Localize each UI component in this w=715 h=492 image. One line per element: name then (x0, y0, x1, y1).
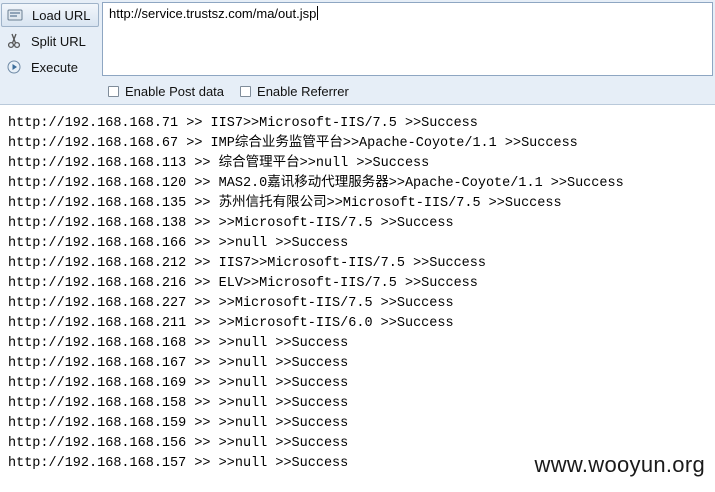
output-line: http://192.168.168.113 >> 综合管理平台>>null >… (8, 156, 430, 171)
output-line: http://192.168.168.135 >> 苏州信托有限公司>>Micr… (8, 196, 562, 211)
output-line: http://192.168.168.167 >> >>null >>Succe… (8, 356, 349, 371)
split-url-label: Split URL (31, 33, 86, 49)
output-line: http://192.168.168.166 >> >>null >>Succe… (8, 236, 349, 251)
options-row: Enable Post data Enable Referrer (108, 82, 365, 100)
output-line: http://192.168.168.168 >> >>null >>Succe… (8, 336, 349, 351)
enable-post-label: Enable Post data (125, 83, 225, 99)
output-line: http://192.168.168.138 >> >>Microsoft-II… (8, 216, 454, 231)
scan-output: http://192.168.168.71 >> IIS7>>Microsoft… (8, 114, 708, 474)
load-url-label: Load URL (32, 7, 91, 23)
output-line: http://192.168.168.120 >> MAS2.0嘉讯移动代理服务… (8, 176, 624, 191)
enable-referrer-option[interactable]: Enable Referrer (240, 84, 349, 99)
output-line: http://192.168.168.169 >> >>null >>Succe… (8, 376, 349, 391)
output-line: http://192.168.168.67 >> IMP综合业务监管平台>>Ap… (8, 136, 578, 151)
enable-post-checkbox[interactable] (108, 85, 119, 97)
url-textarea[interactable]: http://service.trustsz.com/ma/out.jsp (102, 2, 713, 76)
output-line: http://192.168.168.212 >> IIS7>>Microsof… (8, 256, 486, 271)
scissors-icon (5, 33, 23, 49)
output-line: http://192.168.168.156 >> >>null >>Succe… (8, 436, 349, 451)
output-line: http://192.168.168.159 >> >>null >>Succe… (8, 416, 349, 431)
action-sidebar: Load URL Split URL Execute (0, 0, 102, 80)
output-line: http://192.168.168.158 >> >>null >>Succe… (8, 396, 349, 411)
enable-referrer-checkbox[interactable] (240, 85, 252, 97)
load-url-button[interactable]: Load URL (1, 3, 99, 27)
load-url-icon (6, 7, 24, 23)
text-caret (317, 6, 319, 20)
watermark: www.wooyun.org (534, 452, 705, 477)
output-line: http://192.168.168.71 >> IIS7>>Microsoft… (8, 116, 478, 131)
output-line: http://192.168.168.227 >> >>Microsoft-II… (8, 296, 454, 311)
play-icon (5, 59, 23, 75)
output-line: http://192.168.168.211 >> >>Microsoft-II… (8, 316, 454, 331)
enable-referrer-label: Enable Referrer (257, 83, 349, 99)
output-line: http://192.168.168.216 >> ELV>>Microsoft… (8, 276, 478, 291)
execute-button[interactable]: Execute (1, 55, 99, 79)
url-text: http://service.trustsz.com/ma/out.jsp (109, 6, 317, 21)
execute-label: Execute (31, 59, 78, 75)
hackbar-toolbar: Load URL Split URL Execute http://servic… (0, 0, 715, 105)
split-url-button[interactable]: Split URL (1, 29, 99, 53)
enable-post-option[interactable]: Enable Post data (108, 84, 224, 99)
